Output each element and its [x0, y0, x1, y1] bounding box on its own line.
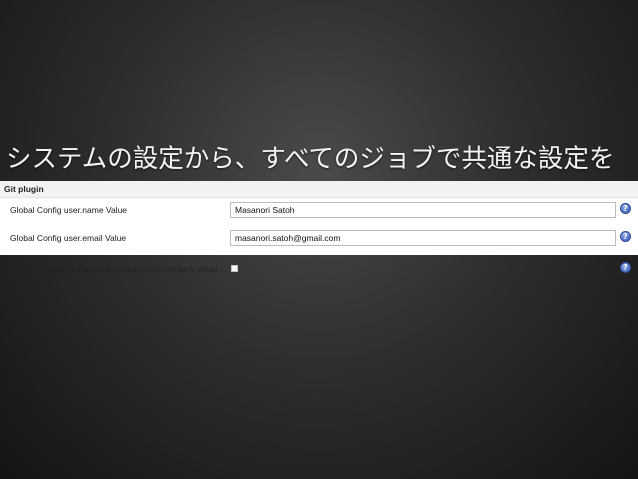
- slide-title: システムの設定から、すべてのジョブで共通な設定を: [6, 144, 615, 174]
- help-icon[interactable]: ?: [620, 231, 631, 242]
- user-email-label: Global Config user.email Value: [10, 233, 127, 243]
- user-name-input[interactable]: [230, 202, 616, 218]
- create-accounts-checkbox[interactable]: [231, 265, 238, 272]
- help-icon[interactable]: ?: [620, 203, 631, 214]
- user-name-row: Global Config user.name Value ?: [0, 201, 638, 221]
- create-accounts-label: Create new accounts base on author/commi…: [10, 264, 218, 274]
- git-plugin-config-panel: Git plugin Global Config user.name Value…: [0, 181, 638, 274]
- section-title: Git plugin: [4, 184, 44, 194]
- user-email-input[interactable]: [230, 230, 616, 246]
- help-icon[interactable]: ?: [620, 262, 631, 273]
- user-email-row: Global Config user.email Value ?: [0, 229, 638, 249]
- user-name-label: Global Config user.name Value: [10, 205, 128, 215]
- create-accounts-row: Create new accounts base on author/commi…: [0, 260, 638, 280]
- section-header: Git plugin: [0, 181, 638, 198]
